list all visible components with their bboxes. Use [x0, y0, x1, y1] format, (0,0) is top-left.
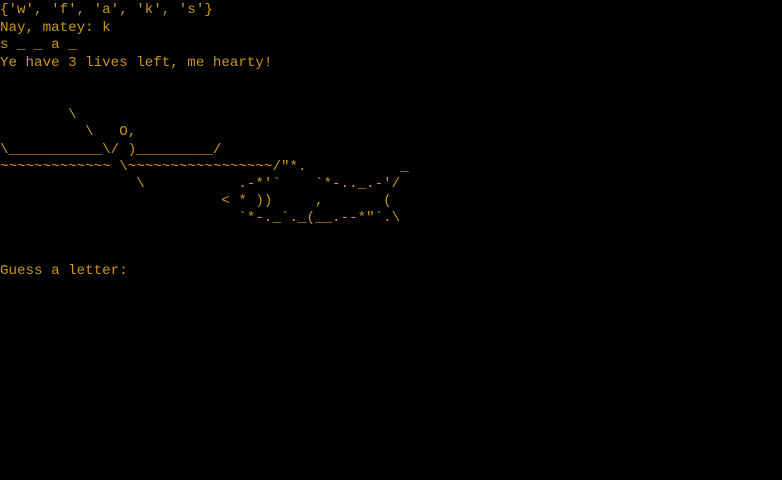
guessed-letters-set: {'w', 'f', 'a', 'k', 's'} — [0, 2, 213, 18]
terminal-window: {'w', 'f', 'a', 'k', 's'} Nay, matey: k … — [0, 0, 782, 480]
input-line[interactable] — [0, 281, 782, 299]
lives-remaining-message: Ye have 3 lives left, me hearty! — [0, 55, 273, 72]
guess-feedback: Nay, matey: k — [0, 19, 111, 36]
guess-prompt: Guess a letter: — [0, 262, 128, 279]
shark-boat-ascii-art: \ \ O, \___________\/ )_________/ ~~~~~~… — [0, 107, 409, 227]
word-progress: s _ _ a _ — [0, 37, 77, 54]
